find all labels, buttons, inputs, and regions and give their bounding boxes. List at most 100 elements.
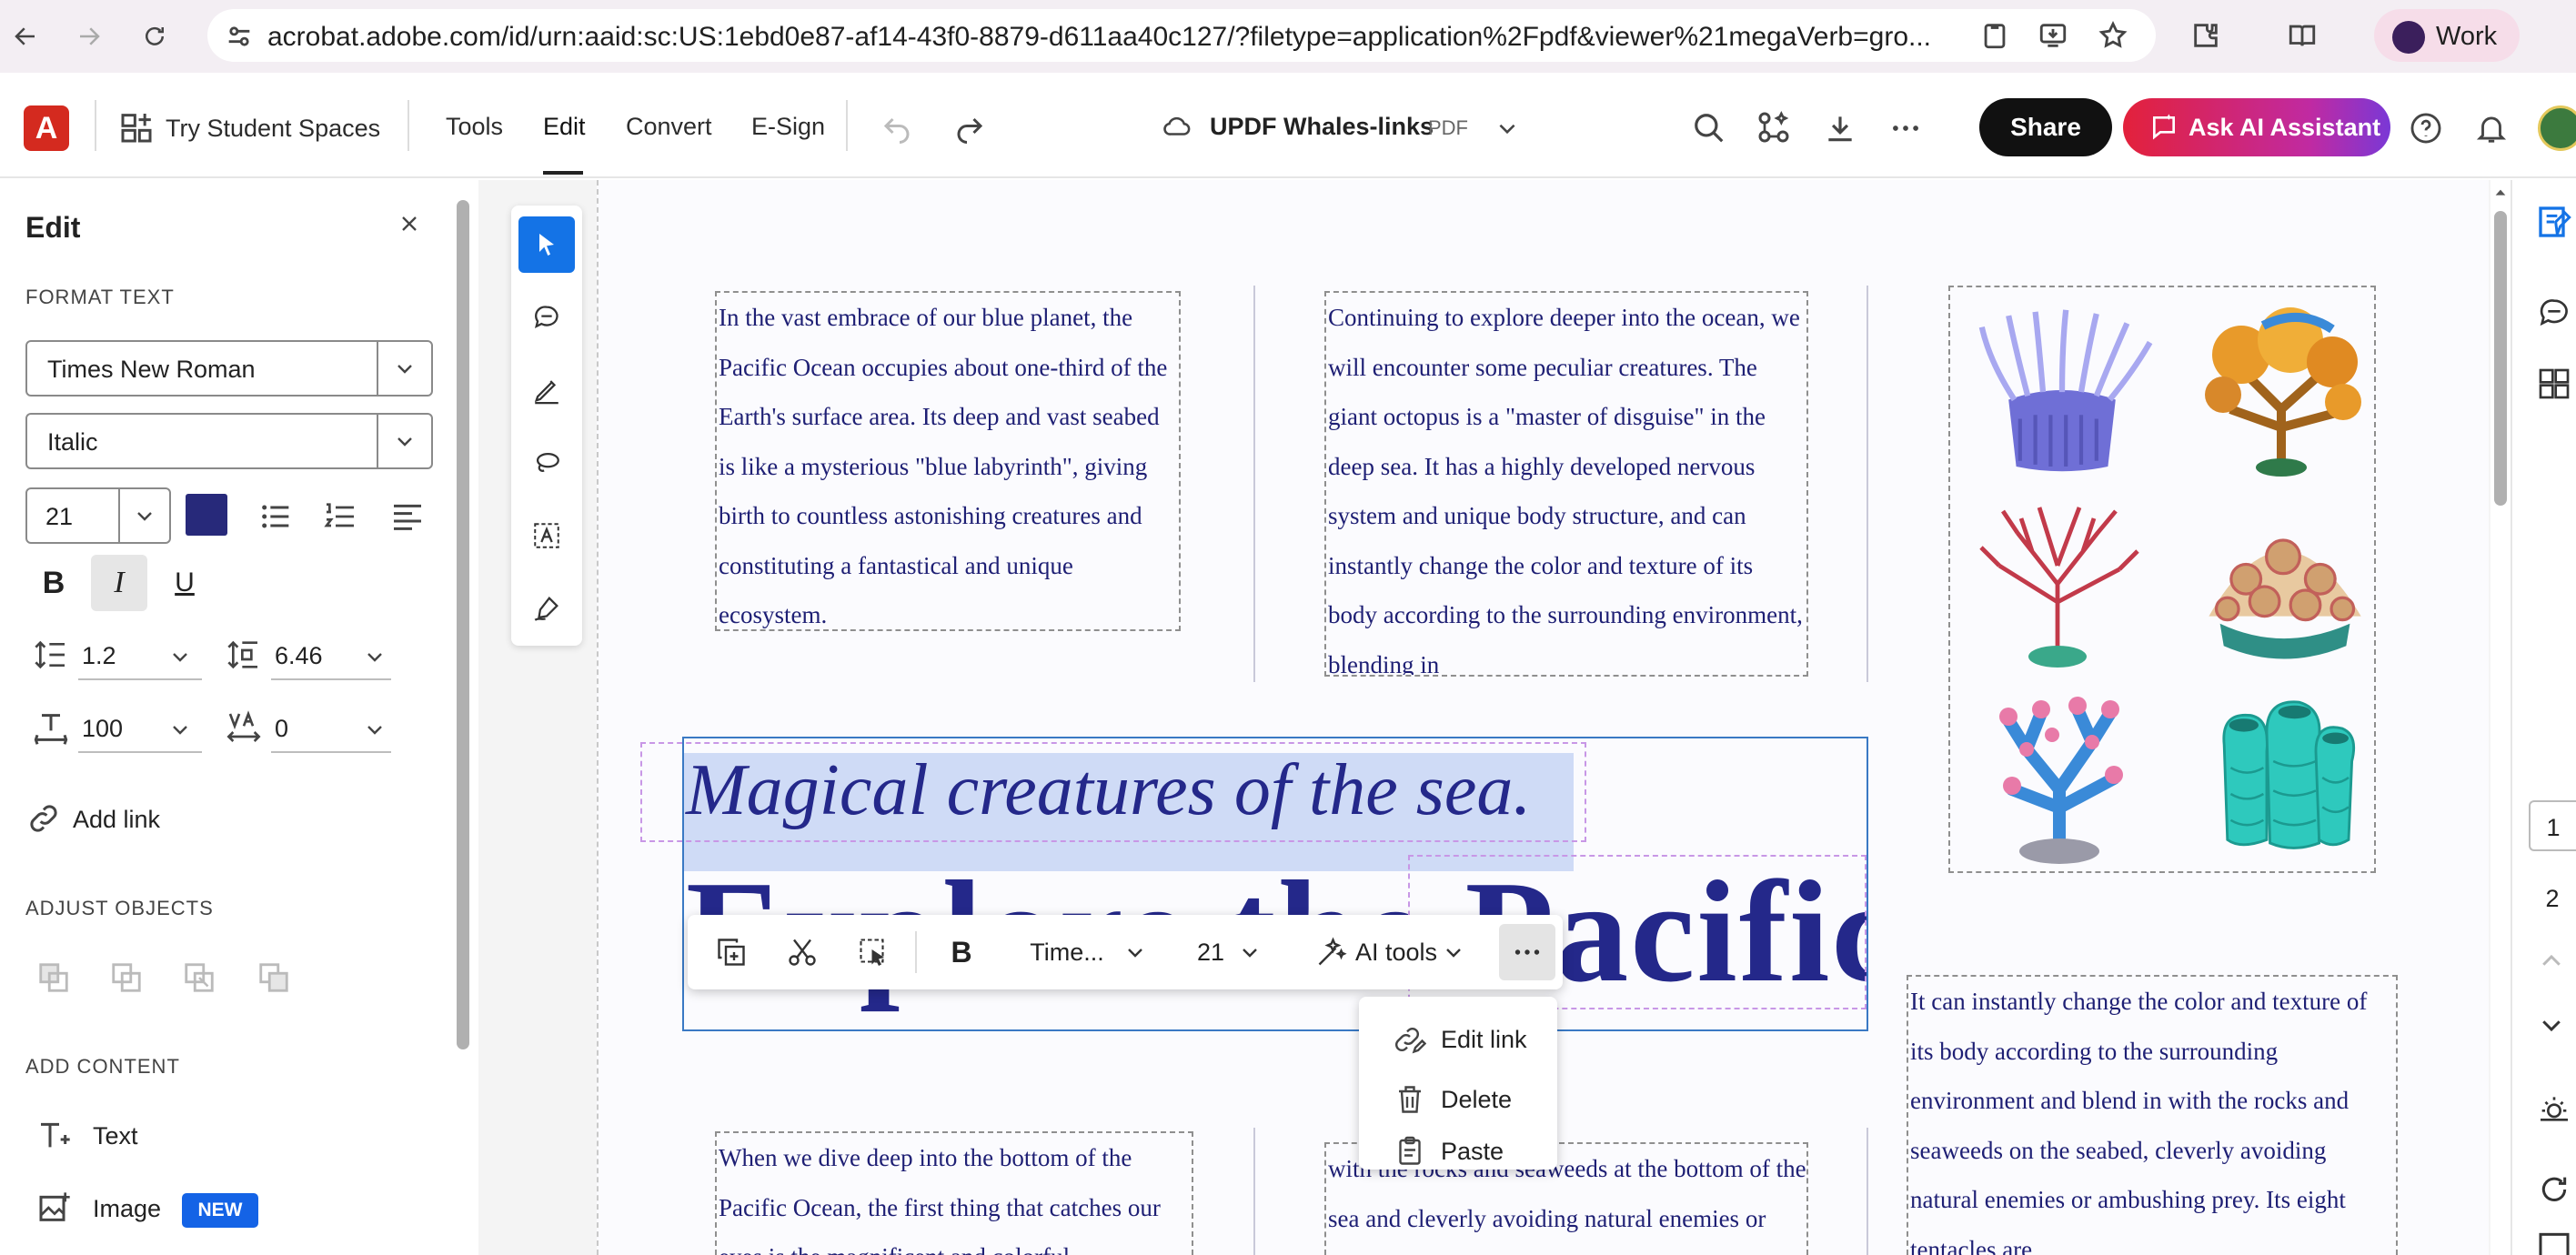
tab-convert[interactable]: Convert [626, 113, 712, 141]
font-family-select[interactable]: Times New Roman [25, 340, 433, 397]
back-button[interactable] [5, 16, 45, 56]
cut-button[interactable] [777, 915, 828, 989]
add-image-button[interactable]: Image [93, 1195, 161, 1223]
tab-edit[interactable]: Edit [543, 113, 586, 141]
lasso-tool-button[interactable] [518, 435, 575, 491]
panel-scrollbar-thumb[interactable] [457, 200, 469, 1049]
draw-tool-button[interactable] [518, 362, 575, 418]
font-size-dropdown[interactable] [118, 489, 169, 542]
text-block-seabed[interactable]: When we dive deep into the bottom of the… [715, 1131, 1193, 1255]
clipboard-icon[interactable] [1979, 20, 2010, 51]
menu-item-paste[interactable]: Paste [1359, 1131, 1557, 1171]
panel-scrollbar[interactable] [457, 191, 469, 1049]
line-spacing-value[interactable]: 1.2 [82, 642, 116, 670]
profile-button[interactable]: Work [2374, 9, 2520, 62]
reading-mode-icon[interactable] [2287, 20, 2318, 51]
chevron-down-icon[interactable] [1495, 116, 1519, 140]
site-settings-icon[interactable] [224, 21, 255, 52]
share-button[interactable]: Share [1979, 98, 2112, 156]
bold-button[interactable]: B [935, 915, 988, 989]
comments-icon[interactable] [2536, 295, 2572, 331]
add-text-button[interactable]: Text [93, 1122, 138, 1150]
chevron-down-icon[interactable] [169, 718, 191, 740]
ai-sparkle-wand-icon [1318, 937, 1347, 966]
address-bar[interactable]: acrobat.adobe.com/id/urn:aaid:sc:US:1ebd… [207, 9, 2156, 62]
page-number-2[interactable]: 2 [2529, 873, 2576, 924]
help-icon[interactable] [2409, 111, 2443, 146]
document-scrollbar-thumb[interactable] [2494, 211, 2507, 506]
install-app-icon[interactable] [2038, 20, 2068, 51]
undo-icon[interactable] [879, 111, 915, 144]
forward-button[interactable] [69, 16, 109, 56]
text-block-intro[interactable]: In the vast embrace of our blue planet, … [715, 291, 1181, 631]
bring-forward-icon[interactable] [109, 960, 144, 995]
bring-to-front-icon[interactable] [36, 960, 71, 995]
close-icon[interactable] [397, 211, 422, 236]
menu-item-delete[interactable]: Delete [1359, 1071, 1557, 1128]
font-size-select[interactable]: 21 [25, 487, 171, 544]
text-block-octopus[interactable]: Continuing to explore deeper into the oc… [1324, 291, 1808, 677]
document-name[interactable]: UPDF Whales-links [1210, 113, 1434, 141]
more-options-icon[interactable] [1888, 111, 1923, 146]
bold-button[interactable]: B [25, 555, 82, 611]
notifications-bell-icon[interactable] [2474, 111, 2509, 146]
text-color-swatch[interactable] [186, 494, 227, 536]
bullet-list-icon[interactable] [258, 498, 295, 535]
text-box-tool-button[interactable] [518, 507, 575, 564]
horizontal-scale-value[interactable]: 100 [82, 715, 123, 743]
extensions-icon[interactable] [2190, 20, 2221, 51]
theme-sun-icon[interactable] [2536, 1089, 2572, 1126]
page-number-1[interactable]: 1 [2529, 800, 2576, 851]
chevron-down-icon[interactable] [364, 646, 386, 668]
ask-ai-assistant-button[interactable]: Ask AI Assistant [2123, 98, 2390, 156]
more-options-button[interactable] [1499, 924, 1555, 980]
align-left-icon[interactable] [389, 498, 426, 535]
try-student-spaces-button[interactable]: Try Student Spaces [166, 115, 380, 143]
font-family-dropdown[interactable] [377, 342, 431, 395]
sign-tool-button[interactable] [518, 580, 575, 637]
tab-tools[interactable]: Tools [446, 113, 503, 141]
text-block-camouflage[interactable]: It can instantly change the color and te… [1907, 975, 2398, 1255]
tab-e-sign[interactable]: E-Sign [751, 113, 825, 141]
numbered-list-icon[interactable] [322, 498, 358, 535]
paragraph-spacing-value[interactable]: 6.46 [275, 642, 323, 670]
underline-button[interactable]: U [156, 555, 213, 611]
character-spacing-value[interactable]: 0 [275, 715, 288, 743]
acrobat-logo-icon[interactable]: A [24, 105, 69, 151]
italic-button[interactable]: I [91, 555, 147, 611]
url-text[interactable]: acrobat.adobe.com/id/urn:aaid:sc:US:1ebd… [267, 22, 2159, 53]
ai-tools-dropdown[interactable]: AI tools [1292, 915, 1488, 989]
bookmark-star-icon[interactable] [2098, 20, 2128, 51]
send-backward-icon[interactable] [182, 960, 216, 995]
thumbnails-grid-icon[interactable] [2536, 366, 2572, 402]
edit-pdf-icon[interactable] [2536, 204, 2572, 240]
page-up-icon[interactable] [2538, 948, 2565, 975]
line-spacing-icon [35, 640, 65, 669]
refresh-icon[interactable] [2536, 1171, 2572, 1208]
add-link-button[interactable]: Add link [73, 806, 160, 834]
coral-image[interactable] [1948, 286, 2376, 873]
font-family-dropdown[interactable]: Time... [1008, 915, 1168, 989]
reload-button[interactable] [135, 16, 175, 56]
chevron-down-icon[interactable] [364, 718, 386, 740]
page-down-icon[interactable] [2538, 1011, 2565, 1039]
page-layout-icon[interactable] [2536, 1231, 2572, 1255]
document-scrollbar[interactable] [2490, 180, 2511, 1255]
font-size-dropdown[interactable]: 21 [1190, 915, 1268, 989]
font-style-select[interactable]: Italic [25, 413, 433, 469]
user-avatar[interactable] [2538, 105, 2576, 151]
chevron-down-icon [397, 365, 412, 374]
redo-icon[interactable] [951, 111, 988, 144]
ai-nodes-icon[interactable] [1756, 109, 1792, 146]
font-style-dropdown[interactable] [377, 415, 431, 467]
scroll-up-arrow-icon[interactable] [2493, 186, 2508, 200]
duplicate-button[interactable] [706, 915, 757, 989]
select-object-button[interactable] [848, 915, 899, 989]
chevron-down-icon[interactable] [169, 646, 191, 668]
download-icon[interactable] [1823, 111, 1857, 146]
send-to-back-icon[interactable] [257, 960, 291, 995]
comment-tool-button[interactable] [518, 289, 575, 346]
menu-item-edit-link[interactable]: Edit link [1359, 1011, 1557, 1068]
search-icon[interactable] [1692, 111, 1726, 146]
select-tool-button[interactable] [518, 216, 575, 273]
